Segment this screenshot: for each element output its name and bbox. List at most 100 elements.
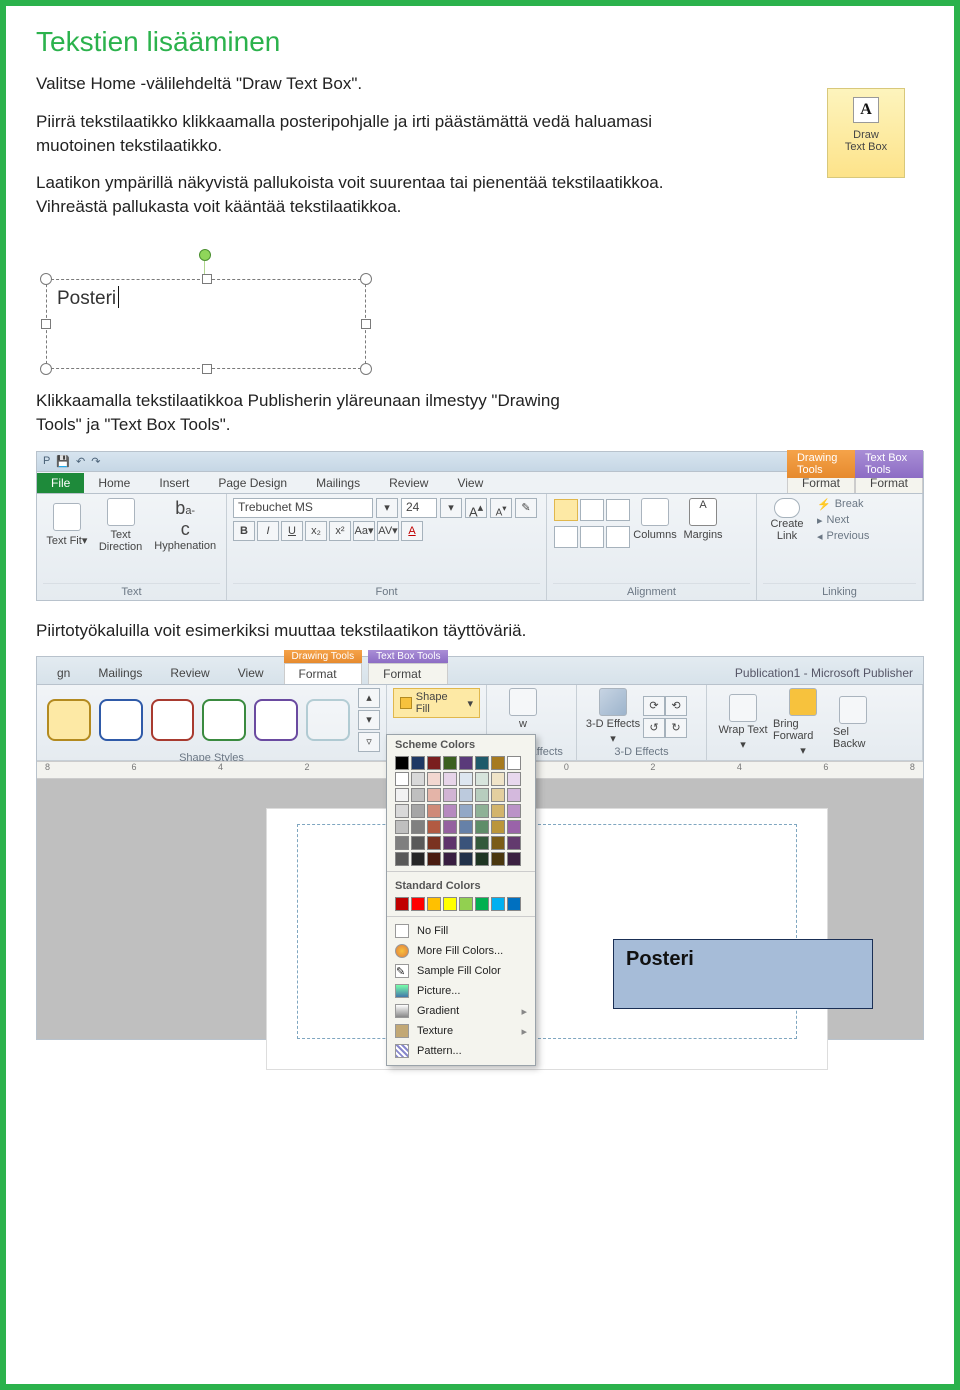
subscript-button[interactable]: x₂ <box>305 521 327 541</box>
color-swatch[interactable] <box>475 788 489 802</box>
tab-review-2[interactable]: Review <box>156 662 223 684</box>
save-icon[interactable]: 💾 <box>56 455 70 468</box>
color-swatch[interactable] <box>427 772 441 786</box>
change-case-button[interactable]: Aa▾ <box>353 521 375 541</box>
color-swatch[interactable] <box>443 788 457 802</box>
columns-button[interactable]: Columns <box>631 498 679 552</box>
textbox-filled-example[interactable]: Posteri <box>613 939 873 1009</box>
shape-style-1[interactable] <box>47 699 91 741</box>
tab-view[interactable]: View <box>443 473 498 493</box>
color-swatch[interactable] <box>395 836 409 850</box>
sample-color-item[interactable]: ✎Sample Fill Color <box>387 961 535 981</box>
color-swatch[interactable] <box>443 804 457 818</box>
color-swatch[interactable] <box>475 852 489 866</box>
tab-design-partial[interactable]: gn <box>43 662 84 684</box>
tab-insert[interactable]: Insert <box>145 473 204 493</box>
texture-fill-item[interactable]: Texture▸ <box>387 1021 535 1041</box>
tab-textbox-format-2[interactable]: Format <box>368 663 448 684</box>
color-swatch[interactable] <box>491 788 505 802</box>
color-swatch[interactable] <box>427 820 441 834</box>
no-fill-item[interactable]: No Fill <box>387 921 535 941</box>
tab-drawing-format-2[interactable]: Format <box>284 663 363 684</box>
color-swatch[interactable] <box>411 772 425 786</box>
color-swatch[interactable] <box>395 756 409 770</box>
color-swatch[interactable] <box>507 836 521 850</box>
char-spacing-button[interactable]: AV▾ <box>377 521 399 541</box>
underline-button[interactable]: U <box>281 521 303 541</box>
color-swatch[interactable] <box>411 836 425 850</box>
color-swatch[interactable] <box>491 836 505 850</box>
break-link-button[interactable]: ⚡ Break <box>817 498 869 511</box>
shape-style-4[interactable] <box>202 699 246 741</box>
resize-handle-n[interactable] <box>202 274 212 284</box>
resize-handle-sw[interactable] <box>40 363 52 375</box>
wrap-text-button[interactable]: Wrap Text▾ <box>713 688 773 757</box>
color-swatch[interactable] <box>427 804 441 818</box>
color-swatch[interactable] <box>443 852 457 866</box>
color-swatch[interactable] <box>459 820 473 834</box>
italic-button[interactable]: I <box>257 521 279 541</box>
color-swatch[interactable] <box>475 897 489 911</box>
tab-view-2[interactable]: View <box>224 662 278 684</box>
hyphenation-button[interactable]: ba-cHyphenation <box>150 498 220 552</box>
color-swatch[interactable] <box>475 820 489 834</box>
gallery-down-icon[interactable]: ▾ <box>358 710 380 730</box>
gradient-fill-item[interactable]: Gradient▸ <box>387 1001 535 1021</box>
color-swatch[interactable] <box>395 804 409 818</box>
shape-style-5[interactable] <box>254 699 298 741</box>
tilt-left-icon[interactable]: ↺ <box>643 718 665 738</box>
prev-link-button[interactable]: ◂ Previous <box>817 530 869 543</box>
color-swatch[interactable] <box>507 772 521 786</box>
tab-file[interactable]: File <box>37 473 84 493</box>
shape-style-2[interactable] <box>99 699 143 741</box>
color-swatch[interactable] <box>459 804 473 818</box>
grow-font-button[interactable]: A▴ <box>465 498 487 518</box>
align-mid-center-button[interactable] <box>580 526 604 548</box>
color-swatch[interactable] <box>491 772 505 786</box>
resize-handle-ne[interactable] <box>360 273 372 285</box>
tab-review[interactable]: Review <box>375 473 443 493</box>
color-swatch[interactable] <box>443 772 457 786</box>
color-swatch[interactable] <box>411 820 425 834</box>
color-swatch[interactable] <box>443 820 457 834</box>
bold-button[interactable]: B <box>233 521 255 541</box>
color-swatch[interactable] <box>411 852 425 866</box>
superscript-button[interactable]: x² <box>329 521 351 541</box>
rotate-handle-icon[interactable] <box>199 249 211 261</box>
color-swatch[interactable] <box>411 788 425 802</box>
color-swatch[interactable] <box>491 897 505 911</box>
color-swatch[interactable] <box>475 772 489 786</box>
resize-handle-se[interactable] <box>360 363 372 375</box>
color-swatch[interactable] <box>491 756 505 770</box>
shape-fill-button[interactable]: Shape Fill ▾ <box>393 688 480 718</box>
color-swatch[interactable] <box>491 820 505 834</box>
color-swatch[interactable] <box>395 788 409 802</box>
tilt-down-icon[interactable]: ⟲ <box>665 696 687 716</box>
draw-text-box-button[interactable]: A Draw Text Box <box>827 88 905 178</box>
color-swatch[interactable] <box>459 852 473 866</box>
color-swatch[interactable] <box>507 804 521 818</box>
color-swatch[interactable] <box>491 852 505 866</box>
pattern-fill-item[interactable]: Pattern... <box>387 1041 535 1061</box>
resize-handle-w[interactable] <box>41 319 51 329</box>
tab-mailings-2[interactable]: Mailings <box>84 662 156 684</box>
color-swatch[interactable] <box>395 852 409 866</box>
color-swatch[interactable] <box>411 897 425 911</box>
font-color-button[interactable]: A <box>401 521 423 541</box>
align-mid-left-button[interactable] <box>554 526 578 548</box>
picture-fill-item[interactable]: Picture... <box>387 981 535 1001</box>
bring-forward-button[interactable]: Bring Forward▾ <box>773 688 833 757</box>
shrink-font-button[interactable]: A▾ <box>490 498 512 518</box>
redo-icon[interactable]: ↷ <box>91 455 100 468</box>
color-swatch[interactable] <box>507 788 521 802</box>
color-swatch[interactable] <box>427 836 441 850</box>
color-swatch[interactable] <box>507 756 521 770</box>
textbox-inner[interactable]: Posteri <box>46 279 366 369</box>
shadow-effects-button[interactable]: w <box>493 688 553 730</box>
align-mid-right-button[interactable] <box>606 526 630 548</box>
three-d-effects-button[interactable]: 3-D Effects▾ <box>583 688 643 745</box>
send-backward-button[interactable]: Sel Backw <box>833 688 873 757</box>
gallery-up-icon[interactable]: ▴ <box>358 688 380 708</box>
color-swatch[interactable] <box>459 788 473 802</box>
color-swatch[interactable] <box>475 804 489 818</box>
